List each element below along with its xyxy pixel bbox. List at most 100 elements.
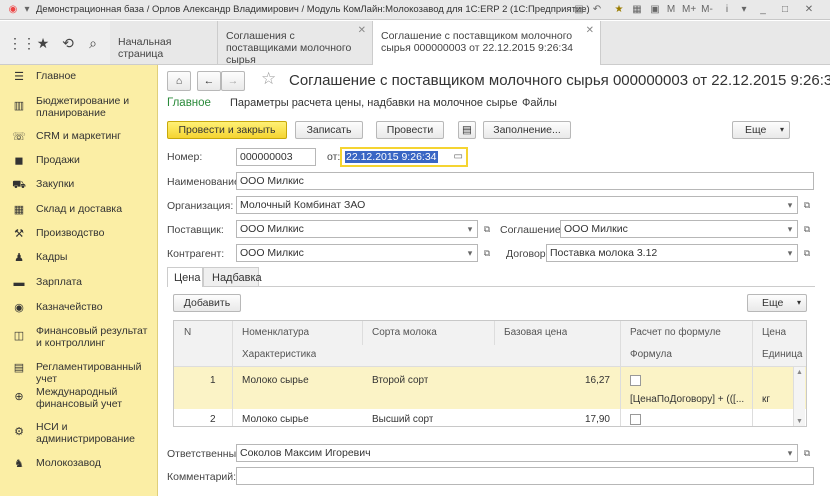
sidebar-item-warehouse[interactable]: ▦ Склад и доставка (0, 203, 158, 217)
close-tab-icon[interactable]: ✕ (358, 25, 366, 37)
favorites-icon[interactable]: ★ (612, 3, 626, 17)
sidebar-item-production[interactable]: ⚒ Производство (0, 227, 158, 241)
history-clock-icon[interactable]: ⟲ (59, 34, 77, 52)
history-icon[interactable]: ↶ (590, 3, 604, 17)
contract-field[interactable]: Поставка молока 3.12 (546, 244, 798, 262)
subnav-files[interactable]: Файлы (522, 97, 557, 109)
row-nomenclature[interactable]: Молоко сырье (242, 375, 309, 386)
favorite-star-icon[interactable]: ☆ (261, 69, 276, 89)
sidebar-item-dairy[interactable]: ♞ Молокозавод (0, 457, 158, 471)
tab-surcharge[interactable]: Надбавка (203, 267, 262, 286)
open-link-icon[interactable]: ⧉ (800, 196, 814, 214)
col-header-calc-formula[interactable]: Расчет по формуле (630, 327, 721, 338)
sidebar-item-sales[interactable]: ◼ Продажи (0, 154, 158, 168)
maximize-icon[interactable]: □ (778, 3, 792, 17)
subnav-main[interactable]: Главное (167, 97, 211, 109)
sidebar-item-intl-finance[interactable]: ⊕ Международный финансовый учет (0, 386, 158, 412)
dropdown-icon[interactable]: ▾ (783, 244, 797, 262)
scroll-up-icon[interactable]: ▲ (796, 369, 803, 376)
col-header-n[interactable]: N (184, 327, 191, 338)
sidebar-item-settings[interactable]: ⚙ НСИ и администрирование (0, 421, 158, 447)
sidebar-item-treasury[interactable]: ◉ Казначейство (0, 301, 158, 315)
open-link-icon[interactable]: ⧉ (800, 220, 814, 238)
open-link-icon[interactable]: ⧉ (800, 444, 814, 462)
tab-agreement-doc[interactable]: Соглашение с поставщиком молочного сырья… (373, 21, 601, 66)
tab-price[interactable]: Цена (167, 267, 203, 287)
row-nomenclature[interactable]: Молоко сырье (242, 414, 309, 425)
organization-field[interactable]: Молочный Комбинат ЗАО (236, 196, 798, 214)
star-icon[interactable]: ★ (34, 34, 52, 52)
search-icon[interactable]: ⌕ (84, 34, 102, 52)
close-icon[interactable]: ✕ (802, 3, 816, 17)
minimize-icon[interactable]: _ (756, 3, 770, 17)
more-button[interactable]: Еще ▾ (732, 121, 790, 139)
calendar-icon[interactable]: ▭ (454, 149, 463, 165)
col-header-milk-grade[interactable]: Сорта молока (372, 327, 437, 338)
col-header-characteristic[interactable]: Характеристика (242, 349, 316, 360)
counterparty-field[interactable]: ООО Милкис (236, 244, 478, 262)
number-field[interactable]: 000000003 (236, 148, 316, 166)
comment-field[interactable] (236, 467, 814, 485)
apps-grid-icon[interactable]: ⋮⋮ (8, 34, 36, 52)
calculator-icon[interactable]: ▦ (630, 3, 644, 17)
col-header-unit[interactable]: Единица (762, 349, 803, 360)
table-more-button[interactable]: Еще ▾ (747, 294, 807, 312)
date-field[interactable]: 22.12.2015 9:26:34 ▭ (340, 147, 468, 167)
memory-minus-icon[interactable]: M- (700, 3, 714, 17)
dropdown-icon[interactable]: ▾ (783, 196, 797, 214)
sidebar-item-accounting[interactable]: ▤ Регламентированный учет (0, 361, 158, 385)
col-header-price[interactable]: Цена (762, 327, 786, 338)
col-header-formula[interactable]: Формула (630, 349, 672, 360)
open-link-icon[interactable]: ⧉ (800, 244, 814, 262)
memory-plus-icon[interactable]: M+ (682, 3, 696, 17)
settings-menu-icon[interactable]: ▾ (737, 3, 751, 17)
scroll-down-icon[interactable]: ▼ (796, 418, 803, 425)
dropdown-icon[interactable]: ▾ (463, 244, 477, 262)
tab-home[interactable]: Начальная страница (110, 21, 218, 65)
back-button[interactable]: ← (197, 71, 221, 91)
save-button[interactable]: Записать (295, 121, 363, 139)
name-field[interactable]: ООО Милкис (236, 172, 814, 190)
clipboard-icon[interactable]: ▤ (572, 3, 586, 17)
responsible-field[interactable]: Соколов Максим Игоревич (236, 444, 798, 462)
calc-formula-checkbox[interactable] (630, 375, 641, 386)
post-and-close-button[interactable]: Провести и закрыть (167, 121, 287, 139)
subnav-price-params[interactable]: Параметры расчета цены, надбавки на моло… (230, 97, 517, 109)
window-menu-icon[interactable]: ▾ (20, 3, 34, 17)
open-link-icon[interactable]: ⧉ (480, 244, 494, 262)
sidebar-item-crm[interactable]: ☏ CRM и маркетинг (0, 130, 158, 144)
row-base-price[interactable]: 17,90 (504, 414, 610, 425)
close-tab-icon[interactable]: ✕ (586, 25, 594, 37)
sidebar-item-purchases[interactable]: ⛟ Закупки (0, 178, 158, 192)
row-base-price[interactable]: 16,27 (504, 375, 610, 386)
agreement-field[interactable]: ООО Милкис (560, 220, 798, 238)
col-header-base-price[interactable]: Базовая цена (504, 327, 567, 338)
row-milk-grade[interactable]: Второй сорт (372, 375, 428, 386)
add-row-button[interactable]: Добавить (173, 294, 241, 312)
calc-formula-checkbox[interactable] (630, 414, 641, 425)
open-link-icon[interactable]: ⧉ (480, 220, 494, 238)
row-milk-grade[interactable]: Высший сорт (372, 414, 433, 425)
col-header-nomenclature[interactable]: Номенклатура (242, 327, 309, 338)
sidebar-item-staff[interactable]: ♟ Кадры (0, 251, 158, 265)
report-button[interactable]: ▤ (458, 121, 476, 139)
info-icon[interactable]: i (720, 3, 734, 17)
sidebar-item-budget[interactable]: ▥ Бюджетирование и планирование (0, 95, 158, 121)
home-button[interactable]: ⌂ (167, 71, 191, 91)
forward-button[interactable]: → (221, 71, 245, 91)
row-unit[interactable]: кг (762, 394, 770, 405)
fill-button[interactable]: Заполнение... (483, 121, 571, 139)
sidebar-item-salary[interactable]: ▬ Зарплата (0, 276, 158, 290)
supplier-field[interactable]: ООО Милкис (236, 220, 478, 238)
sidebar-item-main[interactable]: ☰ Главное (0, 70, 158, 84)
post-button[interactable]: Провести (376, 121, 444, 139)
calendar-icon[interactable]: ▣ (648, 3, 662, 17)
tab-agreements-list[interactable]: Соглашения с поставщиками молочного сырь… (218, 21, 373, 66)
memory-icon[interactable]: M (664, 3, 678, 17)
dropdown-icon[interactable]: ▾ (783, 220, 797, 238)
row-formula[interactable]: [ЦенаПоДоговору] + (([... (630, 394, 744, 405)
sidebar-item-finance[interactable]: ◫ Финансовый результат и контроллинг (0, 325, 158, 351)
dropdown-icon[interactable]: ▾ (463, 220, 477, 238)
table-scrollbar[interactable]: ▲ ▼ (793, 367, 805, 426)
dropdown-icon[interactable]: ▾ (783, 444, 797, 462)
